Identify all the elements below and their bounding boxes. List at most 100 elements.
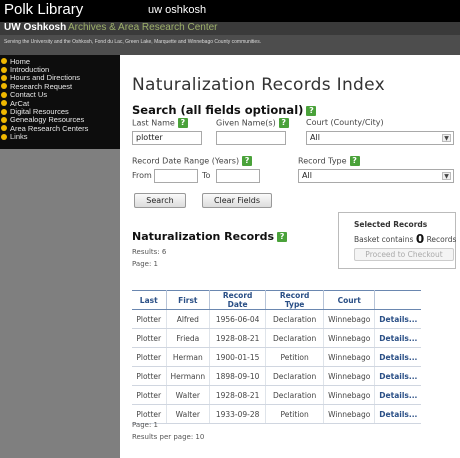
chevron-down-icon[interactable]: ▼ [442,134,451,142]
table-body: Plotter Alfred 1956-06-04 Declaration Winneb… [132,309,422,424]
bullet-icon [1,66,7,73]
sidebar-item-label: Links [10,132,28,142]
results-per-page: Results per page: 10 [132,433,205,441]
column-header[interactable] [374,290,422,310]
table-cell: Winnebago [323,404,376,424]
table-row: Plotter Alfred 1956-06-04 Declaration Winneb… [132,309,422,329]
table-cell: Plotter [132,385,167,405]
court-select-value: All [310,133,320,142]
top-header: Polk Library uw oshkosh [0,0,460,22]
table-cell: Frieda [166,328,211,348]
bullet-icon [1,58,7,65]
archives-center-title: Archives & Area Research Center [68,22,218,33]
table-cell: 1928-08-21 [209,385,267,405]
checkout-button[interactable]: Proceed to Checkout [354,248,454,261]
table-row: Plotter Walter 1928-08-21 Declaration Winneb… [132,385,422,405]
help-icon[interactable]: ? [177,118,188,128]
details-link[interactable]: Details... [374,328,422,348]
table-cell: Petition [265,347,325,367]
tagline: Serving the University and the Oshkosh, … [4,39,262,45]
results-count: Results: 6 [132,248,167,256]
help-icon[interactable]: ? [306,105,317,116]
table-cell: Winnebago [323,347,376,367]
details-link[interactable]: Details... [374,366,422,386]
table-cell: 1928-08-21 [209,328,267,348]
page-title: Naturalization Records Index [132,75,385,95]
table-cell: Plotter [132,309,167,329]
given-name-input[interactable] [216,131,286,145]
from-year-input[interactable] [154,169,198,183]
date-range-label-text: Record Date Range (Years) [132,156,240,166]
details-link[interactable]: Details... [374,404,422,424]
basket-count: 0 [415,232,425,246]
record-type-label: Record Type? [298,156,360,166]
page-indicator[interactable]: Page: 1 [132,260,158,268]
records-word: Records [426,235,457,244]
last-name-input[interactable]: plotter [132,131,202,145]
bullet-icon [1,83,7,90]
column-header[interactable]: Record Date [209,290,267,310]
library-title[interactable]: Polk Library [4,1,83,18]
table-cell: Hermann [166,366,211,386]
table-cell: 1933-09-28 [209,404,267,424]
table-cell: Plotter [132,366,167,386]
basket-status: Basket contains 0 Records [354,232,456,246]
given-name-label-text: Given Name(s) [216,118,276,128]
last-name-label-text: Last Name [132,118,175,128]
record-type-label-text: Record Type [298,156,347,166]
search-heading-text: Search (all fields optional) [132,103,304,117]
footer-page-indicator[interactable]: Page: 1 [132,421,158,429]
bullet-icon [1,100,7,107]
record-type-select-value: All [302,171,312,180]
table-cell: 1898-09-10 [209,366,267,386]
archives-banner: UW Oshkosh Archives & Area Research Cent… [0,22,460,35]
search-button[interactable]: Search [134,193,186,208]
table-row: Plotter Hermann 1898-09-10 Declaration Winne… [132,366,422,386]
table-cell: 1900-01-15 [209,347,267,367]
table-cell: Winnebago [323,366,376,386]
clear-fields-button[interactable]: Clear Fields [202,193,272,208]
table-row: Plotter Walter 1933-09-28 Petition Winnebago… [132,404,422,424]
details-link[interactable]: Details... [374,385,422,405]
bullet-icon [1,133,7,140]
column-header[interactable]: First [166,290,211,310]
column-header[interactable]: Last [132,290,167,310]
bullet-icon [1,116,7,123]
table-cell: Walter [166,404,211,424]
uw-oshkosh-label[interactable]: uw oshkosh [148,4,206,16]
table-cell: Winnebago [323,328,376,348]
bullet-icon [1,125,7,132]
table-cell: Winnebago [323,309,376,329]
sidebar-item[interactable]: Links [0,132,120,142]
table-cell: Winnebago [323,385,376,405]
column-header[interactable]: Record Type [265,290,325,310]
details-link[interactable]: Details... [374,309,422,329]
chevron-down-icon[interactable]: ▼ [442,172,451,180]
table-cell: Plotter [132,347,167,367]
table-cell: Declaration [265,328,325,348]
selected-records-heading: Selected Records [354,220,428,229]
results-heading: Naturalization Records? [132,230,288,243]
given-name-label: Given Name(s)? [216,118,289,128]
basket-text: Basket contains [354,235,414,244]
last-name-label: Last Name? [132,118,188,128]
column-header[interactable]: Court [323,290,376,310]
help-icon[interactable]: ? [242,156,253,166]
bullet-icon [1,108,7,115]
date-range-label: Record Date Range (Years)? [132,156,253,166]
help-icon[interactable]: ? [349,156,360,166]
main-content: Naturalization Records Index Search (all… [120,55,460,458]
table-cell: Declaration [265,366,325,386]
table-row: Plotter Herman 1900-01-15 Petition Winnebago… [132,347,422,367]
to-year-input[interactable] [216,169,260,183]
court-label: Court (County/City) [306,118,384,127]
details-link[interactable]: Details... [374,347,422,367]
help-icon[interactable]: ? [278,118,289,128]
record-type-select[interactable]: All ▼ [298,169,454,183]
table-cell: Walter [166,385,211,405]
uw-oshkosh-short: UW Oshkosh [4,22,67,33]
court-select[interactable]: All ▼ [306,131,454,145]
table-cell: 1956-06-04 [209,309,267,329]
table-cell: Declaration [265,385,325,405]
help-icon[interactable]: ? [277,232,288,242]
